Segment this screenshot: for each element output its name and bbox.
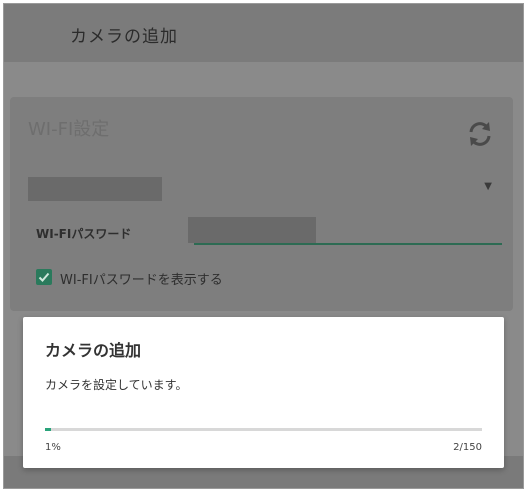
ssid-value-redacted — [28, 177, 162, 201]
input-underline — [194, 243, 502, 245]
page-title: カメラの追加 — [70, 27, 178, 47]
wifi-password-label: WI-FIパスワード — [36, 227, 132, 241]
app-bar: カメラの追加 — [4, 4, 523, 62]
refresh-icon — [469, 122, 491, 146]
dialog-message: カメラを設定しています。 — [45, 378, 188, 392]
show-password-label: WI-FIパスワードを表示する — [60, 273, 223, 288]
ssid-select[interactable]: ▼ — [28, 177, 498, 203]
show-password-checkbox[interactable] — [36, 269, 52, 285]
wifi-settings-title: WI-FI設定 — [28, 119, 110, 140]
wifi-password-input[interactable] — [188, 217, 502, 245]
progress-percent: 1% — [45, 442, 61, 453]
password-value-redacted — [188, 217, 316, 243]
refresh-button[interactable] — [461, 115, 499, 153]
wifi-settings-card: WI-FI設定 ▼ WI-FIパスワード WI-FIパスワードを表示する — [10, 97, 513, 311]
check-icon — [38, 272, 50, 282]
dialog-title: カメラの追加 — [45, 341, 142, 360]
add-camera-dialog: カメラの追加 カメラを設定しています。 1% 2/150 — [23, 317, 504, 468]
chevron-down-icon: ▼ — [484, 181, 492, 192]
progress-count: 2/150 — [453, 442, 482, 453]
progress-bar — [45, 428, 482, 431]
progress-fill — [45, 428, 51, 431]
